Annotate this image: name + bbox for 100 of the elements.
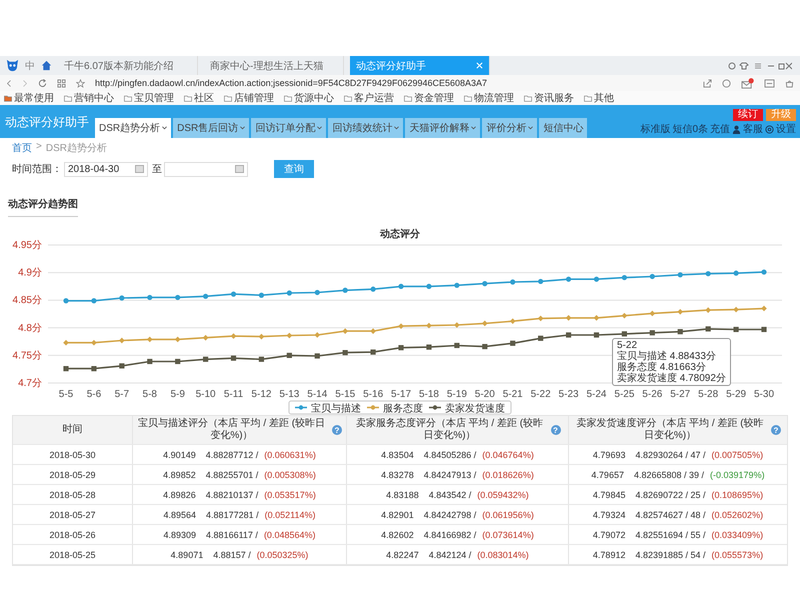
change-value: (0.059432%) (477, 490, 529, 500)
score-value: 4.79324 (592, 510, 626, 520)
bookmark-item[interactable]: 店铺管理 (234, 91, 274, 105)
score-value: 4.89826 (163, 490, 196, 500)
share-icon[interactable] (703, 78, 712, 88)
legend-marker-icon (367, 405, 379, 410)
folder-icon[interactable] (224, 94, 232, 102)
calendar-icon[interactable] (135, 165, 144, 173)
change-value: (0.052602%) (712, 510, 764, 520)
data-point (650, 310, 656, 316)
data-point (147, 358, 152, 364)
folder-icon[interactable] (344, 94, 352, 102)
nav-tab[interactable]: DSR趋势分析 (95, 118, 172, 138)
close-icon[interactable] (476, 62, 483, 69)
change-value: (0.055573%) (712, 550, 764, 560)
forward-icon[interactable] (22, 78, 28, 88)
average-value: 4.82551694 / 55 / (635, 530, 706, 540)
nav-tab[interactable]: 回访订单分配 (251, 118, 326, 138)
bookmark-item[interactable]: 其他 (594, 91, 614, 105)
nav-tab[interactable]: DSR售后回访 (173, 118, 250, 138)
folder-icon[interactable] (284, 94, 292, 102)
data-point (370, 286, 376, 292)
average-value: 4.84247913 / (424, 470, 476, 480)
bag-icon[interactable] (785, 78, 794, 88)
data-point (705, 307, 711, 313)
data-point (175, 294, 180, 300)
data-point (119, 363, 124, 368)
folder-icon[interactable] (64, 94, 72, 102)
breadcrumb-home[interactable]: 首页 (12, 141, 32, 155)
table-cell: 2018-05-29 (49, 470, 96, 480)
recharge-link[interactable]: 充值 (710, 122, 730, 136)
help-icon[interactable]: ? (771, 425, 781, 435)
calendar-icon[interactable] (235, 165, 244, 173)
star-icon[interactable] (76, 78, 85, 88)
axis-label: 4.95分 (12, 240, 42, 251)
folder-icon[interactable] (184, 94, 192, 102)
edition-label: 标准版 (640, 122, 670, 136)
help-icon[interactable]: ? (332, 425, 342, 435)
axis-label: 5-23 (558, 389, 579, 400)
data-point (286, 332, 292, 338)
data-point (454, 282, 460, 288)
data-point (650, 274, 655, 280)
service-link[interactable]: 客服 (743, 122, 763, 136)
axis-label: 5-14 (307, 389, 328, 400)
bookmark-item[interactable]: 客户运营 (354, 91, 394, 105)
data-point (342, 350, 348, 356)
window-controls-drawing[interactable] (728, 62, 792, 70)
help-icon[interactable]: ? (550, 425, 560, 435)
nav-tab[interactable]: 短信中心 (539, 118, 588, 138)
average-value: 4.82930264 / 47 / (635, 450, 706, 460)
settings-icon[interactable] (765, 124, 774, 134)
settings-link[interactable]: 设置 (776, 122, 796, 136)
folder-icon[interactable] (404, 94, 412, 102)
bookmark-item[interactable]: 社区 (194, 91, 214, 105)
legend-label[interactable]: 宝贝与描述 (311, 404, 361, 414)
bookmark-item[interactable]: 货源中心 (294, 91, 334, 105)
average-value: 4.88255701 / (206, 470, 258, 480)
folder-icon[interactable] (464, 94, 472, 102)
language-label[interactable]: 中 (25, 58, 35, 72)
folder-icon[interactable] (124, 94, 132, 102)
nav-tab[interactable]: 评价分析 (482, 118, 538, 138)
folder-icon[interactable] (524, 94, 532, 102)
nav-tab[interactable]: 天猫评价解释 (405, 118, 480, 138)
data-point (454, 322, 460, 328)
back-icon[interactable] (6, 78, 12, 88)
sms-count[interactable]: 短信0条 (672, 122, 708, 136)
bookmark-item[interactable]: 营销中心 (74, 91, 114, 105)
end-date-field[interactable] (164, 162, 248, 176)
renew-button[interactable]: 续订 (733, 109, 763, 121)
bookmark-item[interactable]: 物流管理 (474, 91, 514, 105)
bookmark-item[interactable]: 资讯服务 (534, 91, 574, 105)
filter-label: 时间范围： (12, 162, 62, 176)
folder-icon[interactable] (584, 94, 592, 102)
grid-icon[interactable] (57, 78, 66, 88)
score-value: 4.79693 (592, 450, 626, 460)
bookmark-item[interactable]: 宝贝管理 (134, 91, 174, 105)
data-point (63, 298, 69, 304)
data-point (203, 356, 208, 362)
bookmark-item[interactable]: 资金管理 (414, 91, 454, 105)
home-icon[interactable] (41, 60, 52, 71)
change-value: (0.060631%) (264, 450, 316, 460)
change-value: (0.061956%) (482, 510, 534, 520)
bookmark-item[interactable]: 最常使用 (14, 91, 54, 105)
legend-label[interactable]: 服务态度 (383, 404, 423, 414)
data-point (398, 323, 404, 329)
nav-tab[interactable]: 回访绩效统计 (328, 118, 404, 138)
mail-icon[interactable] (741, 78, 754, 88)
chart-title: 动态评分 (380, 229, 420, 240)
browser-tab[interactable]: 动态评分好助手 (350, 56, 490, 75)
start-date-field[interactable]: 2018-04-30 (64, 162, 148, 176)
average-value: 4.843542 / (428, 490, 472, 500)
data-point (314, 353, 320, 359)
axis-label: 5-13 (279, 389, 300, 400)
legend-label[interactable]: 卖家发货速度 (445, 404, 505, 414)
change-value: (0.083014%) (477, 550, 529, 560)
axis-label: 5-8 (142, 389, 157, 400)
data-point (706, 326, 711, 332)
score-value: 4.78912 (592, 550, 626, 560)
reload-icon[interactable] (38, 78, 47, 88)
folder-icon[interactable] (4, 94, 12, 102)
